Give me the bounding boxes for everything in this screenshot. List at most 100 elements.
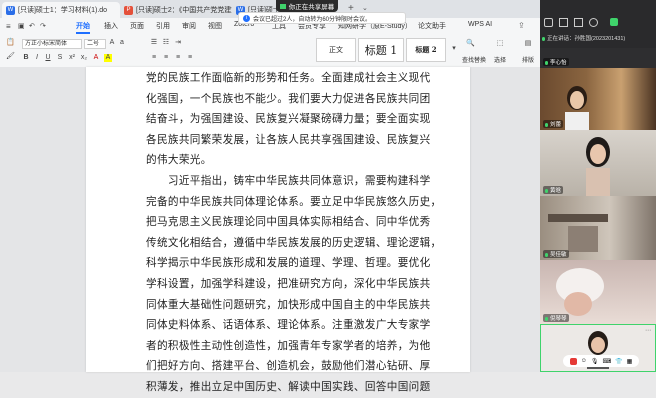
font-color-icon[interactable]: A bbox=[92, 54, 100, 62]
security-shield-icon bbox=[610, 18, 618, 26]
participant-name: 刘蕾 bbox=[543, 120, 564, 128]
find-icon[interactable]: 🔍 bbox=[466, 40, 475, 48]
font-size-select[interactable]: 二号 bbox=[84, 39, 106, 49]
superscript-icon[interactable]: x² bbox=[68, 54, 76, 62]
meeting-notice: i 会议已超过2人，自动转为60分钟限时会议。 bbox=[238, 12, 406, 24]
participant-video bbox=[586, 137, 610, 196]
highlight-icon[interactable]: A bbox=[104, 54, 112, 62]
menu-page[interactable]: 页面 bbox=[130, 21, 144, 31]
doc-line: 同体重大基础性问题研究，加快形成中国自主的中华民族共 bbox=[146, 298, 431, 311]
document-body[interactable]: 党的民族工作面临新的形势和任务。全面建成社会主义现代 化强国，一个民族也不能少。… bbox=[146, 68, 442, 398]
doc-line: 把马克思主义民族理论同中国具体实际相结合、同中华优秀 bbox=[146, 216, 431, 229]
menu-paper-assistant[interactable]: 论文助手 bbox=[418, 21, 446, 31]
participant-name: 吴佳敏 bbox=[543, 250, 569, 258]
more-icon[interactable]: ⋯ bbox=[645, 327, 651, 334]
panel-toolbar bbox=[542, 16, 656, 28]
participant-tile[interactable]: 黄晗 bbox=[540, 130, 656, 196]
word-doc-icon: W bbox=[6, 5, 15, 15]
doc-line: 结奋斗，为强国建设、民族复兴凝聚磅礴力量；要全面实现 bbox=[146, 113, 431, 126]
doc-line: 化强国，一个民族也不能少。我们要大力促进各民族共同团 bbox=[146, 92, 431, 105]
menu-view[interactable]: 视图 bbox=[208, 21, 222, 31]
bullet-list-icon[interactable]: ☰ bbox=[150, 39, 158, 47]
participant-video bbox=[565, 86, 589, 130]
align-right-icon[interactable]: ≡ bbox=[174, 54, 182, 62]
style-normal[interactable]: 正文 bbox=[316, 38, 356, 62]
keyboard-icon[interactable]: ⌨ bbox=[602, 358, 611, 365]
doc-line: 们把好方向、搭建平台、创造机会，鼓励他们潜心钻研、厚 bbox=[146, 360, 431, 373]
justify-icon[interactable]: ≡ bbox=[186, 54, 194, 62]
mic-icon bbox=[542, 36, 545, 41]
participant-name: 李心怡 bbox=[543, 58, 569, 66]
tab-doc-1[interactable]: W [只读]硕士1：学习材料(1).do bbox=[2, 2, 120, 18]
hamburger-menu-icon[interactable]: ≡ bbox=[6, 22, 11, 31]
skin-icon[interactable]: 👕 bbox=[615, 358, 622, 365]
align-center-icon[interactable]: ≡ bbox=[162, 54, 170, 62]
participant-name: 倪琴琴 bbox=[543, 314, 569, 322]
decrease-font-icon[interactable]: a bbox=[118, 39, 126, 47]
doc-line: 学科设置，加强学科建设，把准研究方向，深化中华民族共 bbox=[146, 277, 431, 290]
participant-tile-speaking[interactable]: ☺ 🎙 ⌨ 👕 ▦ ⋯ bbox=[540, 324, 656, 372]
font-name-select[interactable]: 方正小标宋简体 bbox=[22, 39, 82, 49]
tab-doc-2[interactable]: P [只读]硕士2：《中国共产党党建宣... bbox=[120, 2, 232, 18]
doc-line: 传统文化相结合，遵循中华民族发展的历史逻辑、理论逻辑， bbox=[146, 236, 442, 249]
layout-label[interactable]: 排版 bbox=[522, 55, 534, 64]
settings-icon[interactable] bbox=[589, 17, 598, 27]
share-icon[interactable]: ⇪ bbox=[518, 21, 525, 30]
select-label[interactable]: 选择 bbox=[494, 55, 506, 64]
tab-label: [只读]硕士2：《中国共产党党建宣... bbox=[136, 7, 232, 14]
align-left-icon[interactable]: ≡ bbox=[150, 54, 158, 62]
window-icon[interactable] bbox=[574, 17, 583, 27]
style-heading-2[interactable]: 标题 2 bbox=[406, 38, 446, 62]
grid-menu-icon[interactable]: ▦ bbox=[627, 358, 633, 365]
numbered-list-icon[interactable]: ☷ bbox=[162, 39, 170, 47]
doc-line: 同体史料体系、话语体系、理论体系。注重激发广大专家学 bbox=[146, 319, 431, 332]
participant-tile[interactable]: 吴佳敏 bbox=[540, 196, 656, 260]
save-icon[interactable]: ▣ bbox=[18, 22, 25, 30]
emoji-icon[interactable]: ☺ bbox=[581, 358, 587, 364]
menu-reference[interactable]: 引用 bbox=[156, 21, 170, 31]
participant-tile[interactable]: 刘蕾 bbox=[540, 68, 656, 130]
strikethrough-icon[interactable]: S bbox=[56, 54, 64, 62]
find-replace-label[interactable]: 查找替换 bbox=[462, 55, 486, 64]
sogou-ime-icon[interactable] bbox=[569, 357, 577, 365]
doc-line: 完备的中华民族共同体理论体系。要立足中华民族悠久历史， bbox=[146, 195, 442, 208]
undo-icon[interactable]: ↶ bbox=[29, 22, 35, 30]
menu-home[interactable]: 开始 bbox=[76, 21, 90, 34]
select-icon[interactable]: ⬚ bbox=[496, 40, 504, 48]
doc-line: 各民族共同繁荣发展，让各族人民共享强国建设、民族复兴 bbox=[146, 133, 431, 146]
increase-font-icon[interactable]: A bbox=[108, 39, 116, 47]
mic-icon[interactable]: 🎙 bbox=[591, 358, 599, 365]
subscript-icon[interactable]: x₂ bbox=[80, 54, 88, 62]
menu-review[interactable]: 审阅 bbox=[182, 21, 196, 31]
layout-icon[interactable]: ▤ bbox=[524, 40, 532, 48]
participant-tile[interactable]: 李心怡 bbox=[540, 48, 656, 68]
notice-text: 会议已超过2人，自动转为60分钟限时会议。 bbox=[253, 16, 372, 23]
speaking-label: 正在讲话：孙胜国(2023201431) bbox=[547, 36, 626, 42]
doc-line: 的伟大荣光。 bbox=[146, 154, 212, 167]
grid-view-icon[interactable] bbox=[544, 17, 553, 27]
chevron-down-icon[interactable]: ⌄ bbox=[362, 4, 368, 12]
pdf-doc-icon: P bbox=[124, 5, 133, 15]
layout-switch-icon[interactable] bbox=[559, 17, 568, 27]
format-painter-icon[interactable]: 🖌 bbox=[6, 53, 15, 61]
style-heading-1[interactable]: 标题 1 bbox=[358, 38, 404, 62]
indent-icon[interactable]: ⇥ bbox=[174, 39, 182, 47]
underline-icon[interactable]: U bbox=[44, 54, 52, 62]
participant-video bbox=[548, 214, 608, 252]
menu-insert[interactable]: 插入 bbox=[104, 21, 118, 31]
redo-icon[interactable]: ↷ bbox=[40, 22, 46, 30]
doc-line: 习近平指出，铸牢中华民族共同体意识，需要构建科学 bbox=[146, 174, 431, 187]
screen-share-indicator[interactable]: 你正在共享屏幕 bbox=[276, 0, 338, 12]
doc-line: 积薄发，推出立足中国历史、解读中国实践、回答中国问题 bbox=[146, 380, 431, 393]
share-pill-label: 你正在共享屏幕 bbox=[288, 4, 335, 11]
menu-wps-ai[interactable]: WPS AI bbox=[468, 21, 492, 28]
bold-icon[interactable]: B bbox=[22, 54, 30, 62]
doc-line: 党的民族工作面临新的形势和任务。全面建成社会主义现代 bbox=[146, 72, 431, 84]
participant-tile[interactable]: 倪琴琴 bbox=[540, 260, 656, 324]
italic-icon[interactable]: I bbox=[33, 54, 41, 62]
floating-toolbar: ☺ 🎙 ⌨ 👕 ▦ bbox=[563, 355, 639, 367]
doc-line: 科学揭示中华民族形成和发展的道理、学理、哲理。要优化 bbox=[146, 257, 431, 270]
doc-line: 者的积极性主动性创造性，加强青年专家学者的培养，为他 bbox=[146, 339, 431, 352]
paste-icon[interactable]: 📋 bbox=[6, 39, 15, 47]
styles-more-icon[interactable]: ▾ bbox=[450, 45, 458, 53]
